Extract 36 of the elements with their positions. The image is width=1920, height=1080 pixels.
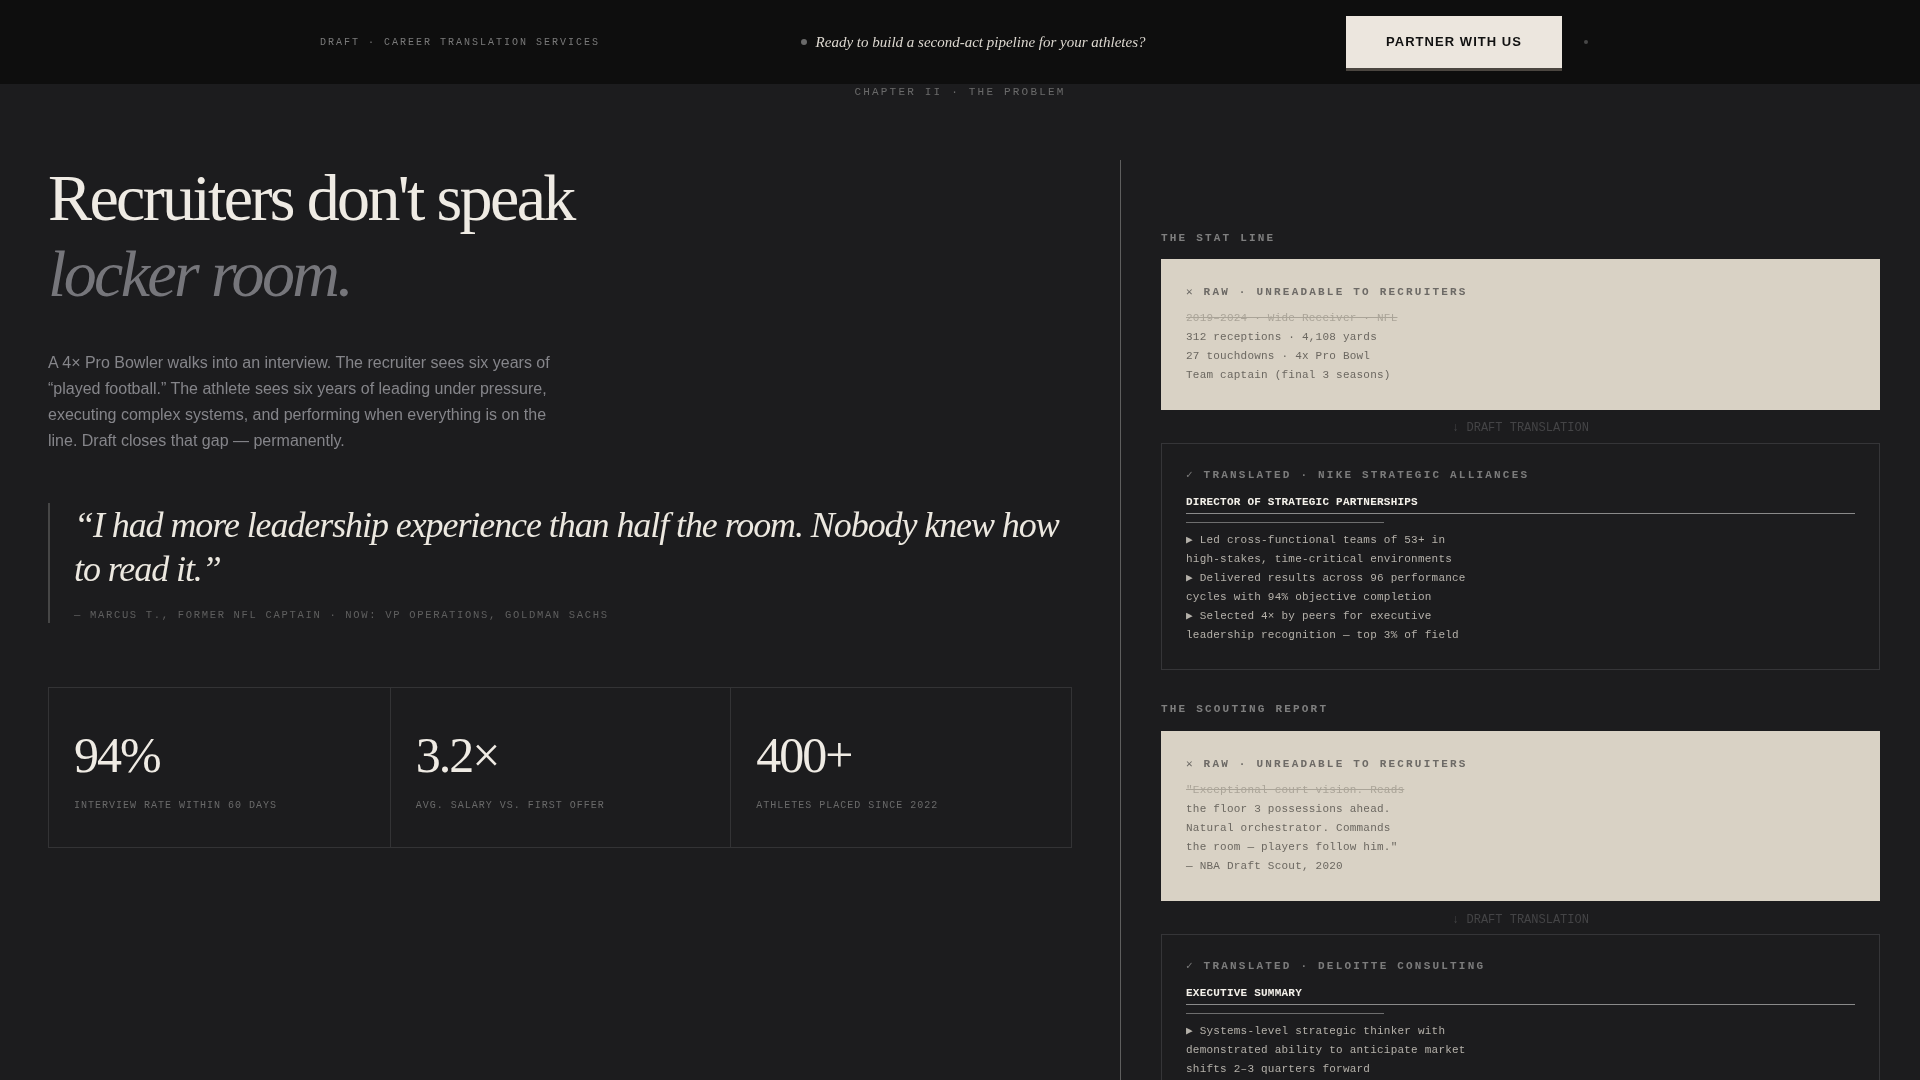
raw-text: Team captain (final 3 seasons)	[1186, 368, 1391, 383]
raw-text: 27 touchdowns · 4x Pro Bowl	[1186, 349, 1371, 364]
bullet-point: ▶ Led cross-functional teams of 53+ in high-stakes, time-critical environments	[1186, 533, 1454, 567]
card-label: ✕ RAW · UNREADABLE TO RECRUITERS	[1186, 757, 1468, 772]
raw-text: the floor 3 possessions ahead.	[1186, 802, 1391, 817]
intro-paragraph: A 4× Pro Bowler walks into an interview. The recruiter sees six years of “played football.” The athlete sees six years of leading under pressure, executing complex systems, and performing when everything is on the line. Draft closes that gap — permanently.	[48, 353, 551, 451]
stat-value: 94%	[74, 730, 160, 780]
dot-icon	[800, 39, 807, 45]
role-title: EXECUTIVE SUMMARY	[1186, 986, 1302, 1001]
stat-label: INTERVIEW RATE WITHIN 60 DAYS	[74, 799, 278, 813]
headline: Recruiters don't speak	[48, 160, 574, 236]
tagline-text: Ready to build a second-act pipeline for your athletes?	[815, 32, 1146, 52]
partner-button[interactable]: PARTNER WITH US	[1346, 16, 1562, 68]
role-title: DIRECTOR OF STRATEGIC PARTNERSHIPS	[1186, 495, 1418, 510]
raw-text: 312 receptions · 4,108 yards	[1186, 330, 1377, 345]
stat-label: AVG. SALARY VS. FIRST OFFER	[415, 799, 605, 813]
section-label: THE STAT LINE	[1161, 231, 1276, 246]
headline-emphasis: locker room.	[48, 236, 352, 312]
stat-label: ATHLETES PLACED SINCE 2022	[756, 799, 939, 813]
chapter-label: CHAPTER II · THE PROBLEM	[854, 85, 1066, 100]
dot-icon	[1584, 40, 1588, 44]
quote-attribution: — MARCUS T., FORMER NFL CAPTAIN · NOW: VP OPERATIONS, GOLDMAN SACHS	[74, 608, 609, 623]
card-label: ✓ TRANSLATED · NIKE STRATEGIC ALLIANCES	[1186, 468, 1530, 483]
quote-text: “I had more leadership experience than half the room. Nobody knew how to read it.”	[74, 504, 1061, 591]
bullet-point: ▶ Systems-level strategic thinker with demonstrated ability to anticipate market shifts 2–3 quarters forward	[1186, 1024, 1467, 1077]
bullet-point: ▶ Delivered results across 96 performance cycles with 94% objective completion	[1186, 571, 1467, 605]
stat-value: 400+	[756, 730, 852, 780]
bullet-point: ▶ Selected 4× by peers for executive leadership recognition — top 3% of field	[1186, 609, 1460, 643]
card-label: ✓ TRANSLATED · DELOITTE CONSULTING	[1186, 959, 1486, 974]
stat-value: 3.2×	[415, 730, 499, 780]
raw-text: — NBA Draft Scout, 2020	[1186, 859, 1343, 874]
section-label: THE SCOUTING REPORT	[1161, 702, 1329, 717]
raw-text: Natural orchestrator. Commands	[1186, 821, 1391, 836]
card-label: ✕ RAW · UNREADABLE TO RECRUITERS	[1186, 285, 1468, 300]
brand-name: DRAFT · CAREER TRANSLATION SERVICES	[320, 35, 601, 50]
raw-text: the room — players follow him."	[1186, 840, 1398, 855]
